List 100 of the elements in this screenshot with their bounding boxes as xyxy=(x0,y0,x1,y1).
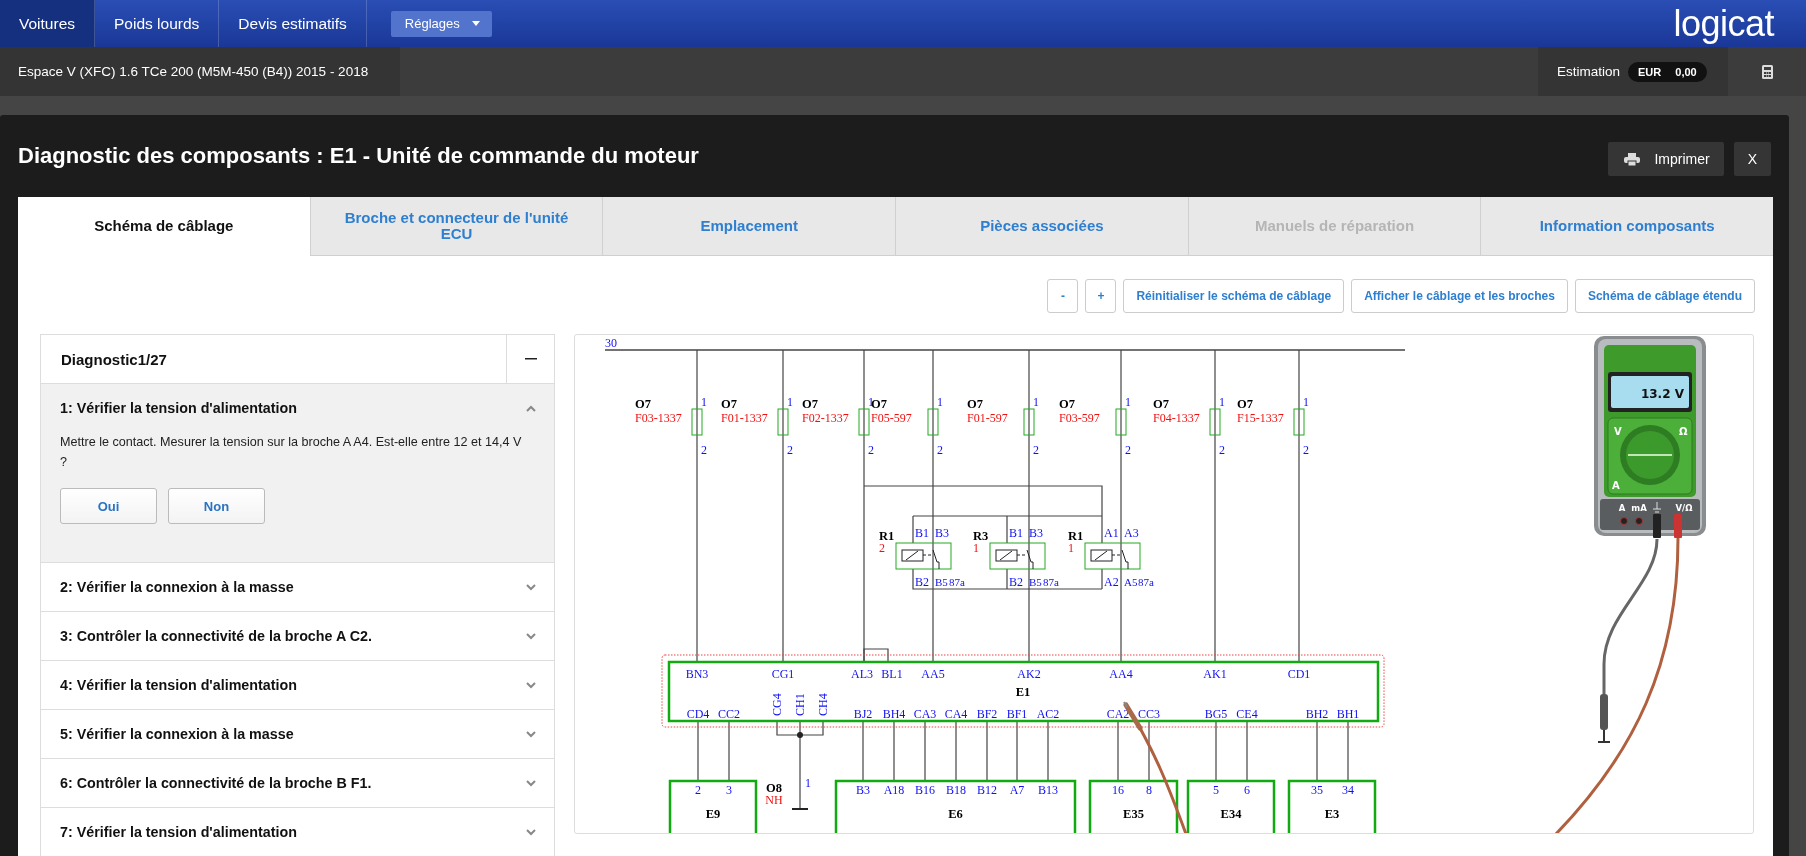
pin-label: A7 xyxy=(1009,783,1025,797)
fuse-symbol[interactable] xyxy=(927,408,939,436)
connector-box[interactable] xyxy=(1287,779,1377,833)
pin-label: CA4 xyxy=(944,707,968,721)
connector-label: E3 xyxy=(1324,807,1340,821)
pin-label: CH4 xyxy=(816,693,830,716)
pin-label: B3 xyxy=(935,526,949,540)
diagnostic-step[interactable]: 6: Contrôler la connectivité de la broche B F1. xyxy=(41,759,554,808)
connector-box[interactable] xyxy=(668,779,758,833)
answer-button[interactable]: Non xyxy=(168,488,265,524)
dialog-title: Diagnostic des composants : E1 - Unité de commande du moteur xyxy=(18,143,699,169)
pin-label: B2 xyxy=(915,575,929,589)
close-button[interactable]: X xyxy=(1733,142,1771,176)
logo[interactable]: logicat xyxy=(1673,2,1774,45)
pin-label: A1 xyxy=(1104,526,1119,540)
pin-label: 2 xyxy=(1303,443,1309,457)
step-title: 4: Vérifier la tension d'alimentation xyxy=(60,677,297,693)
pin-label: 6 xyxy=(1244,783,1250,797)
wire xyxy=(728,720,730,782)
pin-label: 2 xyxy=(1125,443,1131,457)
settings-dropdown[interactable]: Réglages xyxy=(390,10,492,37)
fuse-symbol[interactable] xyxy=(1023,408,1035,436)
socket-label: A xyxy=(1618,503,1626,513)
dial-label: A xyxy=(1612,480,1620,491)
pin-label: A2 xyxy=(1104,575,1119,589)
ecu-box[interactable] xyxy=(667,660,1380,723)
part-code: F15-1337 xyxy=(1237,411,1284,425)
pin-label: 1 xyxy=(1033,395,1039,409)
wire xyxy=(697,720,699,782)
pin-label: B16 xyxy=(915,783,935,797)
printer-icon xyxy=(1624,152,1641,166)
pin-label: AL3 xyxy=(851,667,873,681)
zoom-out-button[interactable]: - xyxy=(1047,279,1079,313)
pin-label: B5 xyxy=(1029,576,1042,588)
part-code: F04-1337 xyxy=(1153,411,1200,425)
fuse-symbol[interactable] xyxy=(1293,408,1305,436)
pin-label: 16 xyxy=(1112,783,1124,797)
relay-symbol[interactable] xyxy=(895,542,952,570)
fuse-symbol[interactable] xyxy=(1115,408,1127,436)
diagnostic-step[interactable]: 2: Vérifier la connexion à la masse xyxy=(41,563,554,612)
toolbar-button[interactable]: Afficher le câblage et les broches xyxy=(1351,279,1568,313)
wire xyxy=(893,720,895,782)
pin-label: B1 xyxy=(915,526,929,540)
fuse-label: O7 xyxy=(1237,397,1253,411)
socket-label: mA xyxy=(1631,503,1647,513)
pin-label: CD4 xyxy=(686,707,710,721)
answer-button[interactable]: Oui xyxy=(60,488,157,524)
fuse-symbol[interactable] xyxy=(691,408,703,436)
minus-icon xyxy=(524,358,537,360)
toolbar-button[interactable]: Schéma de câblage étendu xyxy=(1574,279,1755,313)
pin-label: 1 xyxy=(937,395,943,409)
connector-label: E6 xyxy=(948,807,963,821)
calculator-icon xyxy=(1761,64,1773,79)
step-title: 2: Vérifier la connexion à la masse xyxy=(60,579,294,595)
part-code: F03-1337 xyxy=(635,411,682,425)
pin-label: 1 xyxy=(787,395,793,409)
pin-label: B5 xyxy=(935,576,948,588)
diagnostic-title: Diagnostic1/27 xyxy=(60,350,168,368)
connector-box[interactable] xyxy=(1186,779,1276,833)
pin-label: BF1 xyxy=(1006,707,1028,721)
chevron-down-icon xyxy=(526,681,536,689)
pin-label: CE4 xyxy=(1236,707,1258,721)
toolbar-button[interactable]: Réinitialiser le schéma de câblage xyxy=(1123,279,1345,313)
pin-label: AK2 xyxy=(1017,667,1041,681)
diagnostic-step[interactable]: 3: Contrôler la connectivité de la broche A C2. xyxy=(41,612,554,661)
print-button[interactable]: Imprimer xyxy=(1608,142,1724,176)
socket-label: V/Ω xyxy=(1675,503,1693,513)
pin-label: B12 xyxy=(977,783,997,797)
fuse-symbol[interactable] xyxy=(777,408,789,436)
fuse-label: O7 xyxy=(721,397,737,411)
step-instruction: Mettre le contact. Mesurer la tension sur la broche A A4. Est-elle entre 12 et 14,4 V ? xyxy=(60,434,523,471)
pin-label: 1 xyxy=(805,776,811,790)
diagnostic-step[interactable]: 7: Vérifier la tension d'alimentation xyxy=(41,808,554,856)
connector-label: E9 xyxy=(705,807,721,821)
part-code: NH xyxy=(765,793,783,807)
fuse-label: O7 xyxy=(1059,397,1075,411)
relay-symbol[interactable] xyxy=(989,542,1046,570)
pin-label: CC3 xyxy=(1138,707,1160,721)
pin-label: 87a xyxy=(1043,576,1059,588)
zoom-in-button[interactable]: + xyxy=(1085,279,1117,313)
part-code: F03-597 xyxy=(1059,411,1100,425)
connector-label: E35 xyxy=(1123,807,1144,821)
relay-symbol[interactable] xyxy=(1084,542,1141,570)
pin-label: 1 xyxy=(1125,395,1131,409)
pin-label: CA2 xyxy=(1106,707,1130,721)
wire xyxy=(1316,720,1318,782)
diagnostic-step[interactable]: 5: Vérifier la connexion à la masse xyxy=(41,710,554,759)
pin-label: CC2 xyxy=(718,707,740,721)
chevron-down-icon xyxy=(526,730,536,738)
diagnostic-step[interactable]: 4: Vérifier la tension d'alimentation xyxy=(41,661,554,710)
connector-box[interactable] xyxy=(1088,779,1179,833)
pin-label: 1 xyxy=(1219,395,1225,409)
connector-box[interactable] xyxy=(834,779,1077,833)
relay-number: 2 xyxy=(879,541,885,555)
diagnostic-step[interactable]: 1: Vérifier la tension d'alimentation Mettre le contact. Mesurer la tension sur la broche A A4. Est-elle entre 12 et 14,4 V ? Oui Non xyxy=(41,384,554,563)
chevron-down-icon xyxy=(526,632,536,640)
fuse-symbol[interactable] xyxy=(858,408,870,436)
nav-tab[interactable]: Voitures xyxy=(0,0,95,47)
estimation-label: Estimation xyxy=(1557,64,1621,79)
fuse-symbol[interactable] xyxy=(1209,408,1221,436)
